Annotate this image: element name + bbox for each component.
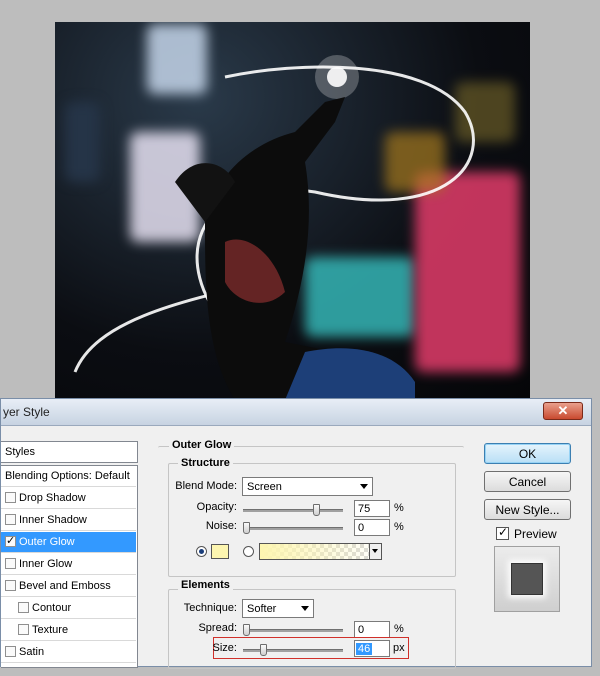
spread-input[interactable]: 0 xyxy=(354,621,390,638)
solid-color-radio[interactable] xyxy=(196,546,207,557)
styles-header[interactable]: Styles xyxy=(1,441,138,463)
blend-mode-label: Blend Mode: xyxy=(175,480,237,492)
spread-label: Spread: xyxy=(198,622,237,634)
size-unit: px xyxy=(393,642,405,654)
opacity-unit: % xyxy=(394,502,404,514)
spread-slider[interactable] xyxy=(243,624,343,636)
elements-title: Elements xyxy=(178,579,233,591)
noise-slider-thumb[interactable] xyxy=(243,522,250,534)
style-item-checkbox[interactable] xyxy=(5,492,16,503)
opacity-label: Opacity: xyxy=(196,501,237,513)
style-item-checkbox[interactable] xyxy=(5,558,16,569)
new-style-button-label: New Style... xyxy=(495,503,560,517)
blend-mode-value: Screen xyxy=(247,481,282,493)
spread-slider-thumb[interactable] xyxy=(243,624,250,636)
style-item-texture[interactable]: Texture xyxy=(1,620,136,641)
style-item-checkbox[interactable] xyxy=(5,534,16,547)
cancel-button[interactable]: Cancel xyxy=(484,471,571,492)
size-value: 46 xyxy=(356,643,373,655)
size-label: Size: xyxy=(212,642,237,654)
style-item-label: Bevel and Emboss xyxy=(19,580,111,592)
layer-style-dialog: yer Style ✕ Styles Blending Options: Def… xyxy=(0,398,592,669)
outer-glow-title: Outer Glow xyxy=(169,439,235,451)
style-item-satin[interactable]: Satin xyxy=(1,642,136,663)
cancel-button-label: Cancel xyxy=(508,475,547,489)
opacity-input[interactable]: 75 xyxy=(354,500,390,517)
style-item-label: Blending Options: Default xyxy=(5,470,130,482)
noise-slider[interactable] xyxy=(243,522,343,534)
noise-value: 0 xyxy=(358,522,365,534)
opacity-value: 75 xyxy=(358,503,371,515)
technique-select[interactable]: Softer xyxy=(242,599,314,618)
canvas-photo xyxy=(55,22,530,400)
noise-unit: % xyxy=(394,521,404,533)
chevron-down-icon xyxy=(301,606,309,611)
style-item-label: Outer Glow xyxy=(19,536,75,548)
structure-title: Structure xyxy=(178,457,233,469)
style-item-label: Inner Shadow xyxy=(19,514,87,526)
gradient-radio[interactable] xyxy=(243,546,254,557)
dialog-titlebar[interactable]: yer Style ✕ xyxy=(1,399,591,426)
glow-color-swatch[interactable] xyxy=(211,544,229,559)
close-button[interactable]: ✕ xyxy=(543,402,583,420)
glow-gradient-picker[interactable] xyxy=(259,543,382,560)
noise-input[interactable]: 0 xyxy=(354,519,390,536)
style-item-checkbox[interactable] xyxy=(5,514,16,525)
preview-label: Preview xyxy=(514,527,557,541)
style-item-label: Drop Shadow xyxy=(19,492,86,504)
opacity-slider-thumb[interactable] xyxy=(313,504,320,516)
new-style-button[interactable]: New Style... xyxy=(484,499,571,520)
size-input[interactable]: 46 xyxy=(354,640,390,657)
preview-checkbox[interactable] xyxy=(496,525,509,540)
styles-list: Blending Options: Default Drop Shadow Inne… xyxy=(1,465,138,668)
style-item-checkbox[interactable] xyxy=(18,624,29,635)
style-item-bevel-and-emboss[interactable]: Bevel and Emboss xyxy=(1,576,136,597)
gradient-dropdown-arrow-icon[interactable] xyxy=(369,544,381,559)
style-item-checkbox[interactable] xyxy=(18,602,29,613)
noise-label: Noise: xyxy=(205,520,237,532)
dialog-title: yer Style xyxy=(3,405,50,419)
style-item-inner-shadow[interactable]: Inner Shadow xyxy=(1,510,136,531)
spread-value: 0 xyxy=(358,624,365,636)
technique-label: Technique: xyxy=(183,602,237,614)
style-item-label: Satin xyxy=(19,646,45,658)
styles-header-label: Styles xyxy=(5,446,35,458)
style-preview-thumbnail xyxy=(494,546,560,612)
style-item-contour[interactable]: Contour xyxy=(1,598,136,619)
close-icon: ✕ xyxy=(557,403,569,418)
spread-unit: % xyxy=(394,623,404,635)
style-item-label: Inner Glow xyxy=(19,558,73,570)
ok-button[interactable]: OK xyxy=(484,443,571,464)
style-item-inner-glow[interactable]: Inner Glow xyxy=(1,554,136,575)
style-item-outer-glow[interactable]: Outer Glow xyxy=(1,532,136,553)
style-item-checkbox[interactable] xyxy=(5,646,16,657)
blend-mode-select[interactable]: Screen xyxy=(242,477,373,496)
chevron-down-icon xyxy=(360,484,368,489)
style-item-drop-shadow[interactable]: Drop Shadow xyxy=(1,488,136,509)
light-trail-illustration xyxy=(73,55,475,400)
technique-value: Softer xyxy=(247,603,277,615)
preview-swatch xyxy=(511,563,543,595)
style-item-label: Contour xyxy=(32,602,72,614)
ok-button-label: OK xyxy=(518,447,537,461)
opacity-slider[interactable] xyxy=(243,504,343,516)
style-item-blending-options-default[interactable]: Blending Options: Default xyxy=(1,466,136,487)
size-slider[interactable] xyxy=(243,644,343,656)
style-item-checkbox[interactable] xyxy=(5,580,16,591)
size-slider-thumb[interactable] xyxy=(260,644,267,656)
style-item-label: Texture xyxy=(32,624,69,636)
